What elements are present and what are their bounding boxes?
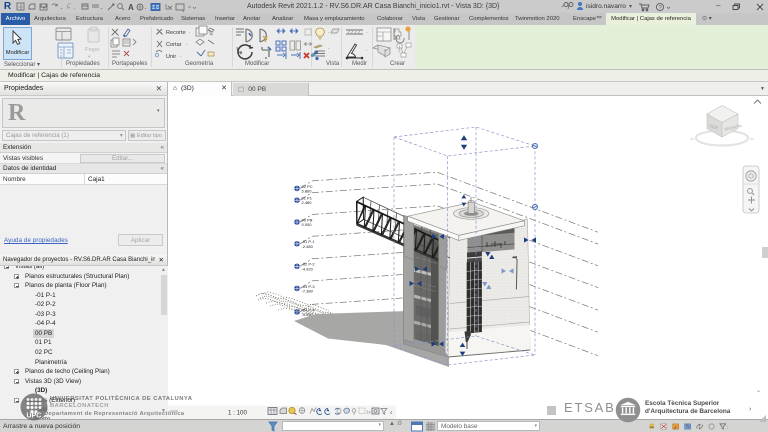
svg-text:1s: 1s xyxy=(366,410,372,415)
svg-text:·: · xyxy=(366,48,368,54)
svg-text:UPC: UPC xyxy=(27,413,42,420)
svg-text:-7.380: -7.380 xyxy=(302,288,314,293)
svg-text:Cortar: Cortar xyxy=(166,42,182,48)
svg-text:Recorte: Recorte xyxy=(166,30,186,36)
svg-text:·: · xyxy=(366,30,368,36)
svg-text:·: · xyxy=(328,46,330,52)
svg-text:·: · xyxy=(189,30,191,36)
svg-text:·: · xyxy=(180,54,182,60)
svg-text:-4.920: -4.920 xyxy=(302,266,314,271)
svg-text:·: · xyxy=(328,30,330,36)
svg-text:-2.480: -2.480 xyxy=(302,244,314,249)
svg-text:▾: ▾ xyxy=(88,54,91,59)
svg-text:2.480: 2.480 xyxy=(302,200,313,205)
svg-text:5.860: 5.860 xyxy=(302,188,313,193)
svg-text:0.000: 0.000 xyxy=(302,222,313,227)
svg-text:Unir: Unir xyxy=(166,54,176,60)
svg-text:·: · xyxy=(186,42,188,48)
svg-text:A: A xyxy=(128,3,134,12)
svg-text:Pegar: Pegar xyxy=(85,47,100,53)
